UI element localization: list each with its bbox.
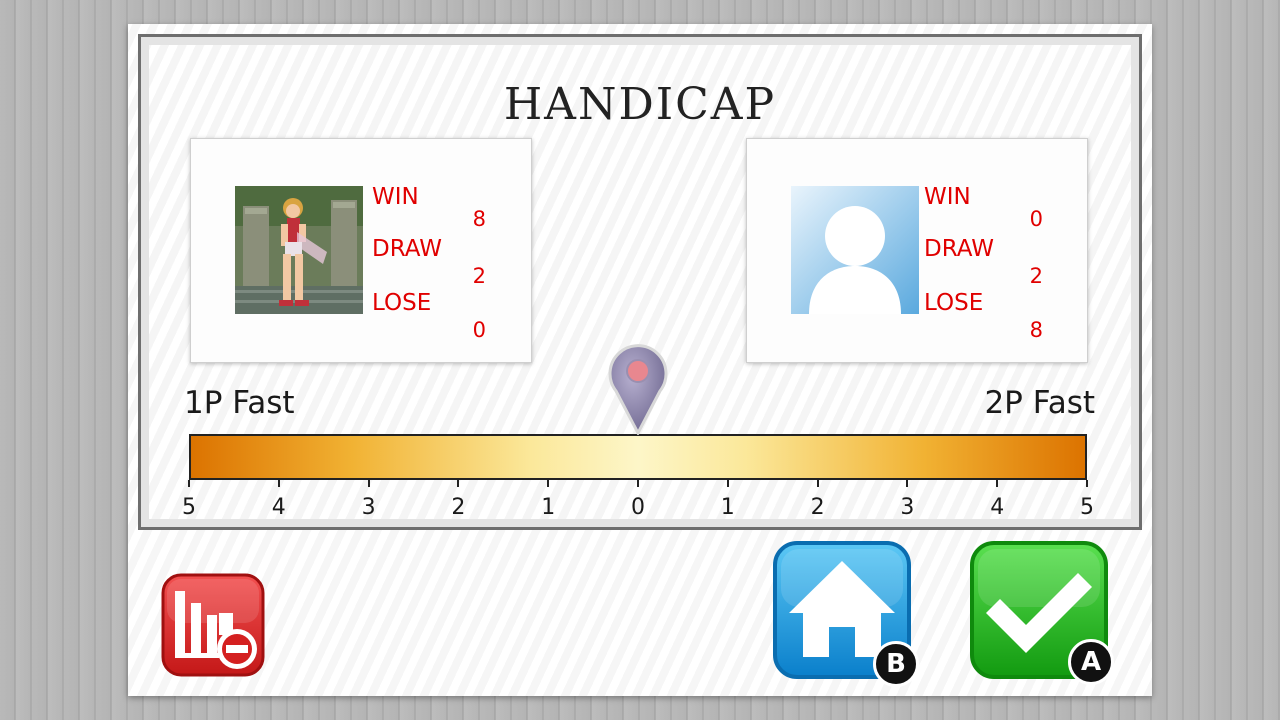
handicap-frame-inner: HANDICAP WIN 8 DRAW 2 LOSE 0 WIN 0 DRAW … [149, 45, 1131, 520]
scale-tick-label: 5 [182, 495, 196, 520]
handicap-panel: HANDICAP WIN 8 DRAW 2 LOSE 0 WIN 0 DRAW … [128, 24, 1152, 696]
player-2-draw-label: DRAW [924, 236, 994, 262]
handicap-slider-track[interactable] [189, 434, 1087, 480]
player-1-portrait [235, 186, 363, 314]
player-2-win-count: 0 [1029, 207, 1043, 231]
scale-tick [996, 480, 999, 487]
fighter-portrait-image [235, 186, 363, 314]
scale-tick [816, 480, 819, 487]
home-button[interactable]: B [773, 541, 919, 687]
player-1-lose-label: LOSE [372, 290, 432, 316]
page-title: HANDICAP [503, 79, 777, 130]
player-1-card: WIN 8 DRAW 2 LOSE 0 [190, 138, 532, 363]
scale-tick-label: 3 [361, 495, 376, 520]
scale-tick-label: 3 [900, 495, 915, 520]
scale-tick [637, 480, 639, 487]
player-1-win-label: WIN [372, 184, 419, 210]
player-1-win-count: 8 [472, 207, 486, 231]
scale-tick-label: 1 [720, 495, 735, 520]
2p-fast-label: 2P Fast [984, 385, 1095, 421]
scale-tick-label: 2 [451, 495, 466, 520]
bar-chart-minus-icon [161, 573, 265, 677]
reset-stats-button[interactable] [161, 573, 265, 677]
map-pin-icon[interactable] [607, 341, 669, 435]
scale-tick-label: 5 [1080, 495, 1094, 520]
scale-tick-label: 1 [541, 495, 556, 520]
player-2-draw-count: 2 [1029, 264, 1043, 288]
b-key-badge: B [873, 641, 919, 687]
scale-tick [547, 480, 550, 487]
scale-tick-label: 2 [810, 495, 825, 520]
scale-tick-label: 4 [990, 495, 1005, 520]
scale-tick [726, 480, 729, 487]
player-2-lose-label: LOSE [924, 290, 984, 316]
a-key-badge: A [1068, 639, 1114, 685]
scale-tick [277, 480, 280, 487]
user-silhouette-icon [791, 186, 919, 314]
player-1-lose-count: 0 [472, 318, 486, 342]
player-2-card: WIN 0 DRAW 2 LOSE 8 [746, 138, 1088, 363]
1p-fast-label: 1P Fast [184, 385, 295, 421]
player-2-win-label: WIN [924, 184, 971, 210]
scale-tick [367, 480, 370, 487]
player-1-draw-label: DRAW [372, 236, 442, 262]
scale-tick [457, 480, 460, 487]
scale-tick [1086, 480, 1088, 487]
scale-tick-label: 0 [631, 495, 645, 520]
player-1-draw-count: 2 [472, 264, 486, 288]
confirm-button[interactable]: A [970, 541, 1114, 685]
scale-tick-label: 4 [271, 495, 286, 520]
player-2-lose-count: 8 [1029, 318, 1043, 342]
player-2-portrait [791, 186, 919, 314]
scale-tick [906, 480, 909, 487]
handicap-frame: HANDICAP WIN 8 DRAW 2 LOSE 0 WIN 0 DRAW … [138, 34, 1142, 530]
scale-tick [188, 480, 190, 487]
